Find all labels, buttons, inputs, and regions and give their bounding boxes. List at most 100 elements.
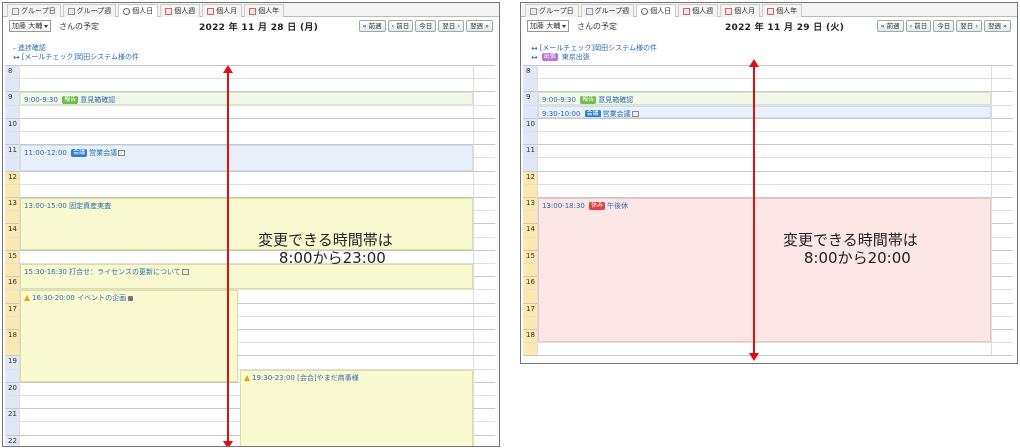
attendees-icon [181,269,189,275]
all-day-event[interactable]: ↔ 出張 東京出張 [531,52,590,62]
schedule-event[interactable]: 15:30-16:30 打合せ：ライセンスの更新について [20,264,473,290]
note-text: 変更できる時間帯は 8:00から23:00 [258,231,393,267]
schedule-event[interactable]: 9:00-9:30 報告 意見箱確認 [20,92,473,105]
hour-label: 15 [526,251,535,260]
time-slot[interactable] [523,117,1013,119]
group-week-icon [67,7,75,15]
event-title: [会合]やまだ商事様 [297,373,359,382]
time-slot[interactable] [5,78,495,80]
event-time: 9:30-10:00 [542,109,583,118]
day-grid: - 進捗確認 ↔ [メールチェック]岡田システム様の件 8 9 10 11 12 13 14 15 16… [5,43,495,446]
event-category-badge: 報告 [580,96,597,104]
event-time: 11:00-12:00 [24,149,70,158]
time-slot[interactable] [523,78,1013,80]
calendar-icon [683,7,691,15]
event-title: 打合せ：ライセンスの更新について [69,268,181,276]
time-slot[interactable] [523,65,1013,66]
tab-personal-day[interactable]: 個人日 [636,4,677,17]
note-line1: 変更できる時間帯は [783,231,918,249]
time-slot[interactable] [5,249,495,251]
tab-personal-year[interactable]: 個人年 [244,4,285,17]
tab-group-week[interactable]: グループ週 [580,4,635,17]
event-title: 営業会議 [602,109,631,118]
grid-bottom-line [523,355,1013,357]
hour-label: 16 [526,278,535,287]
hour-label: 18 [526,331,535,339]
all-day-area: - 進捗確認 ↔ [メールチェック]岡田システム様の件 [5,43,495,66]
tab-group-day[interactable]: グループ日 [525,4,579,17]
event-time: 13:00-18:30 [542,202,588,210]
tab-personal-month[interactable]: 個人月 [720,4,761,17]
toolbar: 加藤 大輔 さんの予定 2022 年 11 月 29 日 (火) « 前週 ‹ … [527,20,1011,33]
today-button[interactable]: 今日 [415,20,437,32]
schedule-event[interactable]: 16:30-20:00 イベントの企画 [20,290,238,382]
tab-group-week[interactable]: グループ週 [62,4,117,17]
next-week-button[interactable]: 翌週 » [465,20,493,32]
left-schedule-panel: グループ日 グループ週 個人日 個人週 個人月 個人年 加藤 大輔 さんの予定 … [2,2,500,447]
calendar-icon [207,7,215,15]
hour-label: 12 [526,172,535,181]
prev-week-button[interactable]: « 前週 [358,20,386,32]
warning-icon [24,295,30,302]
time-slot[interactable] [5,104,495,106]
tab-personal-week[interactable]: 個人週 [678,4,719,17]
time-slot[interactable] [5,183,495,185]
hour-label: 15 [8,251,17,260]
time-slot[interactable] [5,117,495,119]
time-slot[interactable] [523,144,1013,146]
multi-day-arrow-icon: ↔ [531,52,538,62]
tab-personal-month[interactable]: 個人月 [202,4,243,17]
time-slot[interactable] [5,65,495,66]
hour-label: 22 [8,436,17,445]
view-tabs: グループ日 グループ週 個人日 個人週 個人月 個人年 [3,3,499,17]
event-time: 16:30-20:00 [32,294,78,303]
tab-group-day[interactable]: グループ日 [7,4,61,17]
attendees-icon [631,110,639,117]
event-title: 午後休 [607,202,629,210]
event-title: 固定資産実査 [69,202,112,210]
all-day-event[interactable]: ↔ [メールチェック]岡田システム様の件 [13,52,139,62]
time-slot[interactable] [523,170,1013,172]
next-week-button[interactable]: 翌週 » [983,20,1011,32]
schedule-event[interactable]: 13:00-15:00 固定資産実査 [20,198,473,250]
time-slot[interactable] [523,342,1013,344]
clock-icon [123,7,131,15]
schedule-event[interactable]: 19:30-23:00 [会合]やまだ商事様 [240,369,473,446]
hour-label: 9 [8,93,13,102]
time-slot[interactable] [5,131,495,132]
next-day-button[interactable]: 翌日 › [438,20,464,32]
prev-day-button[interactable]: ‹ 前日 [905,20,932,32]
hour-label: 13 [8,199,17,207]
event-time: 9:00-9:30 [24,96,61,105]
schedule-event[interactable]: 9:00-9:30 報告 意見箱確認 [538,92,991,105]
prev-day-button[interactable]: ‹ 前日 [387,20,414,32]
chevron-down-icon [562,24,567,28]
time-slot[interactable] [523,157,1013,159]
right-schedule-panel: グループ日 グループ週 個人日 個人週 個人月 個人年 加藤 大輔 さんの予定 … [520,2,1018,364]
user-select[interactable]: 加藤 大輔 [9,20,52,32]
grid-column-line [473,65,474,446]
time-slot[interactable] [523,131,1013,132]
event-title: 意見箱確認 [598,96,634,105]
user-select[interactable]: 加藤 大輔 [527,20,570,32]
time-slot[interactable] [5,170,495,172]
all-day-event-title: 東京出張 [561,53,590,61]
event-time: 19:30-23:00 [252,373,298,382]
schedule-event[interactable]: 11:00-12:00 会議 営業会議 [20,145,473,171]
time-slot[interactable] [523,183,1013,185]
tab-personal-week[interactable]: 個人週 [160,4,201,17]
today-button[interactable]: 今日 [933,20,955,32]
hour-label: 16 [8,278,17,287]
chevron-down-icon [44,24,49,28]
schedule-event[interactable]: 13:00-18:30 休み 午後休 [538,198,991,343]
event-title: 営業会議 [89,149,118,158]
user-schedule-label: さんの予定 [577,22,617,31]
next-day-button[interactable]: 翌日 › [956,20,982,32]
schedule-event[interactable]: 9:30-10:00 会議 営業会議 [538,105,991,118]
tab-personal-year[interactable]: 個人年 [762,4,803,17]
calendar-icon [725,7,733,15]
tab-personal-day[interactable]: 個人日 [118,4,159,17]
note-text: 変更できる時間帯は 8:00から20:00 [783,231,918,267]
prev-week-button[interactable]: « 前週 [876,20,904,32]
hour-label: 13 [526,199,535,207]
